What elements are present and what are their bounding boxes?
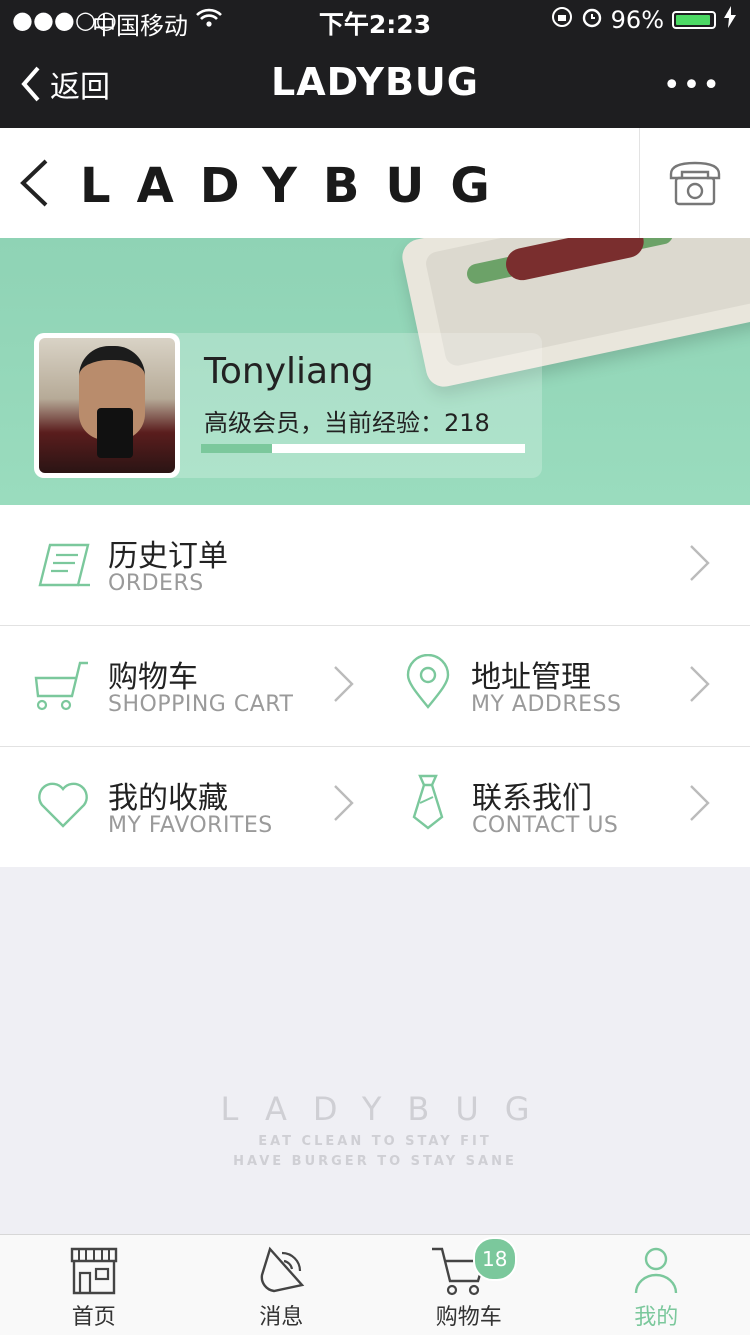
contact-item[interactable]: 联系我们 CONTACT US (365, 747, 750, 867)
profile-banner: Tonyliang 高级会员，当前经验：218 (0, 238, 750, 505)
top-bar: ●●●○○ 中国移动 下午2:23 96% 返回 LADYBUG ••• (0, 0, 750, 128)
experience-bar (201, 444, 525, 453)
orders-icon (38, 541, 92, 593)
experience-bar-fill (201, 444, 272, 453)
user-icon (633, 1245, 679, 1299)
battery-icon (672, 11, 716, 29)
address-title: 地址管理 (471, 652, 591, 696)
charging-icon (724, 6, 736, 34)
member-level: 高级会员，当前经验：218 (204, 403, 490, 438)
chevron-right-icon (688, 664, 712, 708)
necktie-icon (411, 773, 445, 835)
footer-tagline-1: EAT CLEAN TO STAY FIT (0, 1134, 750, 1149)
menu-row-favorites-contact: 我的收藏 MY FAVORITES 联系我们 CONTACT US (0, 747, 750, 867)
more-button[interactable]: ••• (663, 68, 722, 103)
orders-subtitle: ORDERS (108, 571, 204, 596)
menu-row-cart-address: 购物车 SHOPPING CART 地址管理 MY ADDRESS (0, 626, 750, 747)
cart-title: 购物车 (108, 652, 198, 696)
address-item[interactable]: 地址管理 MY ADDRESS (365, 626, 750, 746)
tab-cart-label: 购物车 (375, 1299, 563, 1331)
brand-logo: LADYBUG (80, 158, 516, 214)
location-pin-icon (405, 654, 451, 714)
cart-item[interactable]: 购物车 SHOPPING CART (0, 626, 375, 746)
favorites-item[interactable]: 我的收藏 MY FAVORITES (0, 747, 375, 867)
chevron-right-icon (332, 783, 356, 827)
tab-home-label: 首页 (0, 1299, 188, 1331)
tab-profile[interactable]: 我的 (563, 1235, 750, 1335)
avatar[interactable] (34, 333, 180, 478)
tab-profile-label: 我的 (563, 1299, 750, 1331)
username: Tonyliang (204, 351, 374, 392)
cart-badge: 18 (473, 1237, 517, 1281)
phone-button[interactable] (639, 128, 750, 238)
orders-item[interactable]: 历史订单 ORDERS (0, 505, 750, 625)
brand-back-icon[interactable] (18, 158, 50, 212)
tab-home[interactable]: 首页 (0, 1235, 188, 1335)
brand-header: LADYBUG (0, 128, 750, 238)
shopping-cart-icon (34, 660, 90, 716)
contact-subtitle: CONTACT US (472, 813, 618, 838)
battery-fill (676, 15, 710, 25)
chevron-right-icon (688, 543, 712, 587)
account-menu: 历史订单 ORDERS 购物车 SHOPPING CART 地址管理 MY AD… (0, 505, 750, 867)
tab-messages-label: 消息 (188, 1299, 376, 1331)
tab-messages[interactable]: 消息 (188, 1235, 376, 1335)
store-icon (68, 1245, 120, 1299)
address-subtitle: MY ADDRESS (471, 692, 621, 717)
alarm-icon (581, 6, 603, 34)
cart-subtitle: SHOPPING CART (108, 692, 293, 717)
footer-logo: LADYBUG (0, 1090, 750, 1128)
favorites-subtitle: MY FAVORITES (108, 813, 273, 838)
message-icon (256, 1245, 306, 1299)
tab-bar: 首页 消息 18 购物车 我的 (0, 1234, 750, 1335)
orders-title: 历史订单 (108, 531, 228, 575)
contact-title: 联系我们 (472, 773, 592, 817)
page-title: LADYBUG (0, 60, 750, 104)
profile-card: Tonyliang 高级会员，当前经验：218 (34, 333, 542, 478)
chevron-right-icon (688, 783, 712, 827)
heart-icon (36, 781, 90, 833)
footer-tagline-2: HAVE BURGER TO STAY SANE (0, 1154, 750, 1169)
menu-row-orders: 历史订单 ORDERS (0, 505, 750, 626)
rotation-lock-icon (551, 6, 573, 34)
battery-percent: 96% (611, 6, 664, 34)
tab-cart[interactable]: 18 购物车 (375, 1235, 563, 1335)
favorites-title: 我的收藏 (108, 773, 228, 817)
chevron-right-icon (332, 664, 356, 708)
phone-icon (668, 160, 722, 206)
status-right: 96% (551, 6, 736, 34)
status-bar: ●●●○○ 中国移动 下午2:23 96% (0, 0, 750, 40)
nav-bar: 返回 LADYBUG ••• (0, 40, 750, 128)
